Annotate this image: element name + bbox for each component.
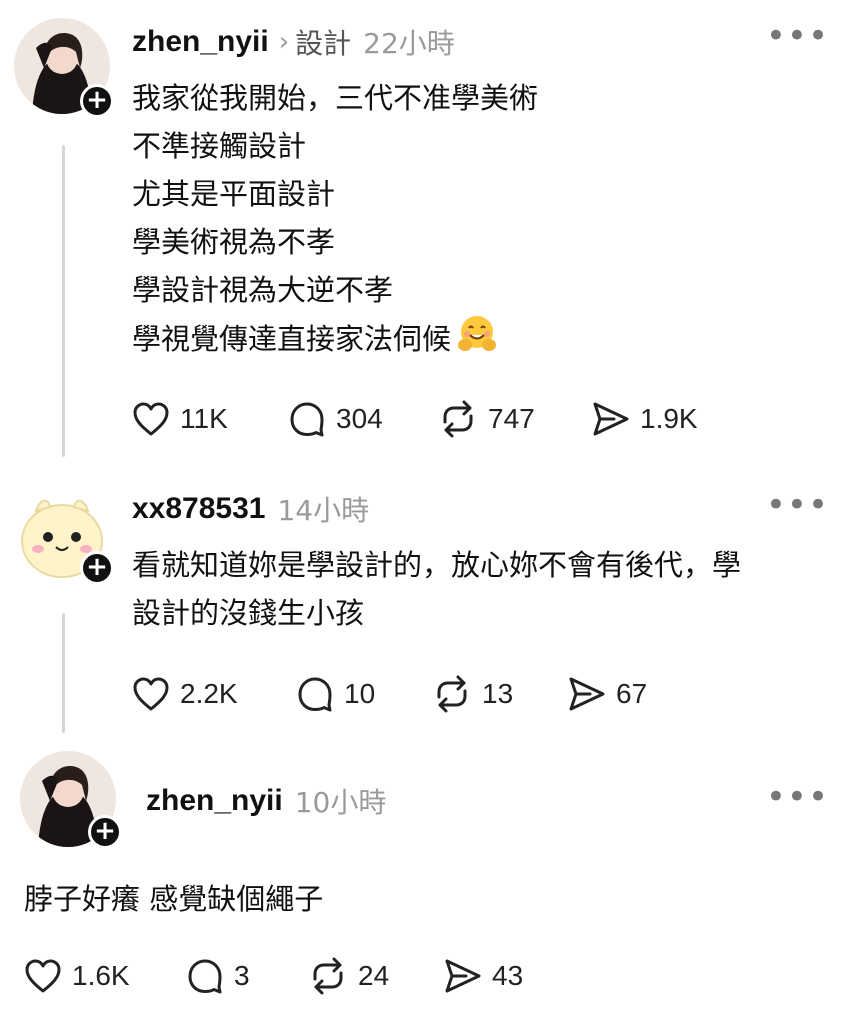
comment-bubble-icon <box>188 959 222 994</box>
like-count: 1.6K <box>72 960 130 991</box>
send-icon <box>593 402 629 436</box>
post-2: + xx878531 14小時 ••• 看就知道妳是學設計的，放心妳不會有後代，… <box>0 475 865 750</box>
hugging-face-emoji <box>457 314 497 368</box>
post-time: 22小時 <box>363 27 455 60</box>
username[interactable]: zhen_nyii <box>132 25 269 59</box>
comment-count: 304 <box>336 403 383 434</box>
post-actions: 11K 304 747 1.9K <box>132 400 698 438</box>
repost-button[interactable]: 747 <box>438 400 592 438</box>
share-button[interactable]: 43 <box>444 958 523 994</box>
topic-tag[interactable]: 設計 <box>295 22 351 62</box>
comment-bubble-icon <box>298 677 332 712</box>
post-actions: 1.6K 3 24 43 <box>24 957 523 995</box>
post-text-line: 學視覺傳達直接家法伺候 <box>132 322 452 356</box>
like-button[interactable]: 2.2K <box>132 676 296 712</box>
repost-arrows-icon <box>443 400 473 438</box>
heart-icon <box>25 959 61 993</box>
repost-count: 24 <box>358 960 390 991</box>
send-icon <box>569 677 605 711</box>
share-count: 67 <box>616 678 648 709</box>
comment-button[interactable]: 10 <box>296 675 432 713</box>
comment-count: 10 <box>344 678 376 709</box>
comment-button[interactable]: 304 <box>288 400 438 438</box>
more-dots-icon[interactable]: ••• <box>766 780 829 814</box>
post-text-line: 看就知道妳是學設計的，放心妳不會有後代，學 <box>132 548 742 582</box>
repost-button[interactable]: 24 <box>308 957 444 995</box>
post-time: 14小時 <box>277 494 370 527</box>
post-text-line: 我家從我開始，三代不准學美術 <box>132 81 539 115</box>
like-count: 11K <box>180 403 228 434</box>
repost-arrows-icon <box>437 675 467 713</box>
repost-count: 13 <box>482 678 514 709</box>
post-text-line: 設計的沒錢生小孩 <box>132 596 365 630</box>
post-body: 脖子好癢 感覺缺個繩子 <box>24 875 323 923</box>
follow-plus-icon[interactable]: + <box>80 551 114 585</box>
more-dots-icon[interactable]: ••• <box>766 19 829 53</box>
like-button[interactable]: 11K <box>132 401 288 437</box>
comment-button[interactable]: 3 <box>186 957 308 995</box>
thread-line <box>62 613 65 733</box>
follow-plus-icon[interactable]: + <box>80 84 114 118</box>
like-count: 2.2K <box>180 678 238 709</box>
heart-icon <box>133 402 169 436</box>
post-3: + zhen_nyii 10小時 ••• 脖子好癢 感覺缺個繩子 1.6K 3 … <box>0 745 865 1024</box>
follow-plus-icon[interactable]: + <box>88 815 122 849</box>
repost-count: 747 <box>488 403 535 434</box>
post-header: zhen_nyii 10小時 <box>146 781 386 821</box>
repost-arrows-icon <box>313 957 343 995</box>
chevron-right-icon: › <box>278 27 290 57</box>
post-1: + zhen_nyii › 設計 22小時 ••• 我家從我開始，三代不准學美術… <box>0 0 865 470</box>
like-button[interactable]: 1.6K <box>24 958 186 994</box>
post-text-line: 學美術視為不孝 <box>132 225 336 259</box>
post-text-line: 不準接觸設計 <box>132 129 307 163</box>
username[interactable]: zhen_nyii <box>146 784 283 818</box>
share-button[interactable]: 67 <box>568 676 647 712</box>
repost-button[interactable]: 13 <box>432 675 568 713</box>
post-text-line: 脖子好癢 感覺缺個繩子 <box>24 882 324 916</box>
send-icon <box>445 959 481 993</box>
heart-icon <box>133 677 169 711</box>
post-body: 我家從我開始，三代不准學美術 不準接觸設計 尤其是平面設計 學美術視為不孝 學設… <box>132 74 538 368</box>
post-text-line: 尤其是平面設計 <box>132 177 336 211</box>
comment-bubble-icon <box>290 402 324 437</box>
more-dots-icon[interactable]: ••• <box>766 488 829 522</box>
post-time: 10小時 <box>294 786 387 819</box>
comment-count: 3 <box>234 960 250 991</box>
post-text-line: 學設計視為大逆不孝 <box>132 273 394 307</box>
post-header: zhen_nyii › 設計 22小時 <box>132 22 455 62</box>
post-body: 看就知道妳是學設計的，放心妳不會有後代，學 設計的沒錢生小孩 <box>132 541 741 637</box>
share-count: 1.9K <box>640 403 698 434</box>
username[interactable]: xx878531 <box>132 492 265 526</box>
post-header: xx878531 14小時 <box>132 489 369 529</box>
share-count: 43 <box>492 960 524 991</box>
post-actions: 2.2K 10 13 67 <box>132 675 647 713</box>
share-button[interactable]: 1.9K <box>592 401 698 437</box>
thread-line <box>62 145 65 457</box>
